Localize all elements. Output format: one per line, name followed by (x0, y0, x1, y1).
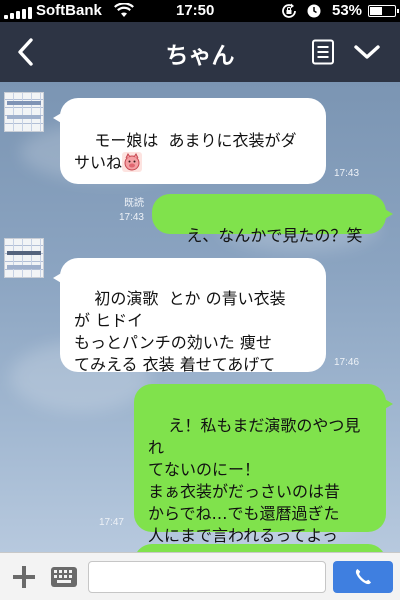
message-time: 17:43 (334, 168, 360, 179)
message-time: 17:43 (118, 212, 144, 223)
message-input[interactable] (88, 561, 326, 593)
clock-time: 17:50 (176, 2, 215, 19)
outgoing-message-bubble[interactable]: え、なんかで見たの？笑 (152, 194, 393, 245)
chat-header: ちゃん (0, 22, 400, 82)
message-text: え、なんかで見たの？笑 (186, 226, 363, 245)
signal-strength-icon (4, 7, 34, 19)
battery-icon (368, 5, 399, 17)
input-bar (0, 552, 400, 600)
incoming-message-bubble[interactable]: 初の演歌 とか の青い衣装 が ヒドイ もっとパンチの効いた 痩せ てみえる 衣… (53, 258, 326, 374)
chat-title: ちゃん (165, 43, 235, 69)
read-receipt: 既読 (124, 198, 144, 209)
call-button[interactable] (333, 561, 393, 593)
avatar[interactable] (4, 238, 44, 278)
pig-face-sticker (122, 152, 143, 172)
message-time: 17:47 (98, 517, 124, 528)
message-time: 17:46 (334, 357, 360, 368)
alarm-clock-icon (307, 4, 321, 18)
list-icon[interactable] (310, 39, 336, 65)
message-text: モー娘は あまりに衣装がダ サいね (74, 131, 297, 172)
phone-icon (355, 569, 371, 585)
carrier-name: SoftBank (36, 2, 102, 19)
message-text: 初の演歌 とか の青い衣装 が ヒドイ もっとパンチの効いた 痩せ てみえる 衣… (74, 289, 286, 374)
incoming-message-bubble[interactable]: モー娘は あまりに衣装がダ サいね (53, 98, 326, 184)
battery-percent: 53% (332, 2, 363, 19)
wifi-icon (114, 3, 134, 17)
status-bar: SoftBank 17:50 53% (0, 0, 400, 22)
outgoing-message-bubble[interactable]: え！私もまだ演歌のやつ見れ てないのにー！ まぁ衣装がだっさいのは昔 からでね…… (134, 384, 393, 552)
chevron-down-icon[interactable] (352, 40, 382, 64)
message-text: え！私もまだ演歌のやつ見れ てないのにー！ まぁ衣装がだっさいのは昔 からでね…… (148, 416, 361, 552)
keyboard-icon[interactable] (50, 566, 78, 588)
avatar[interactable] (4, 92, 44, 132)
outgoing-message-bubble-partial[interactable] (134, 544, 386, 552)
chevron-left-icon[interactable] (12, 36, 40, 68)
plus-icon[interactable] (12, 565, 36, 589)
message-list[interactable]: モー娘は あまりに衣装がダ サいね 17:43 既読 17:43 え、なんかで見… (0, 82, 400, 552)
rotation-lock-icon (282, 3, 296, 18)
